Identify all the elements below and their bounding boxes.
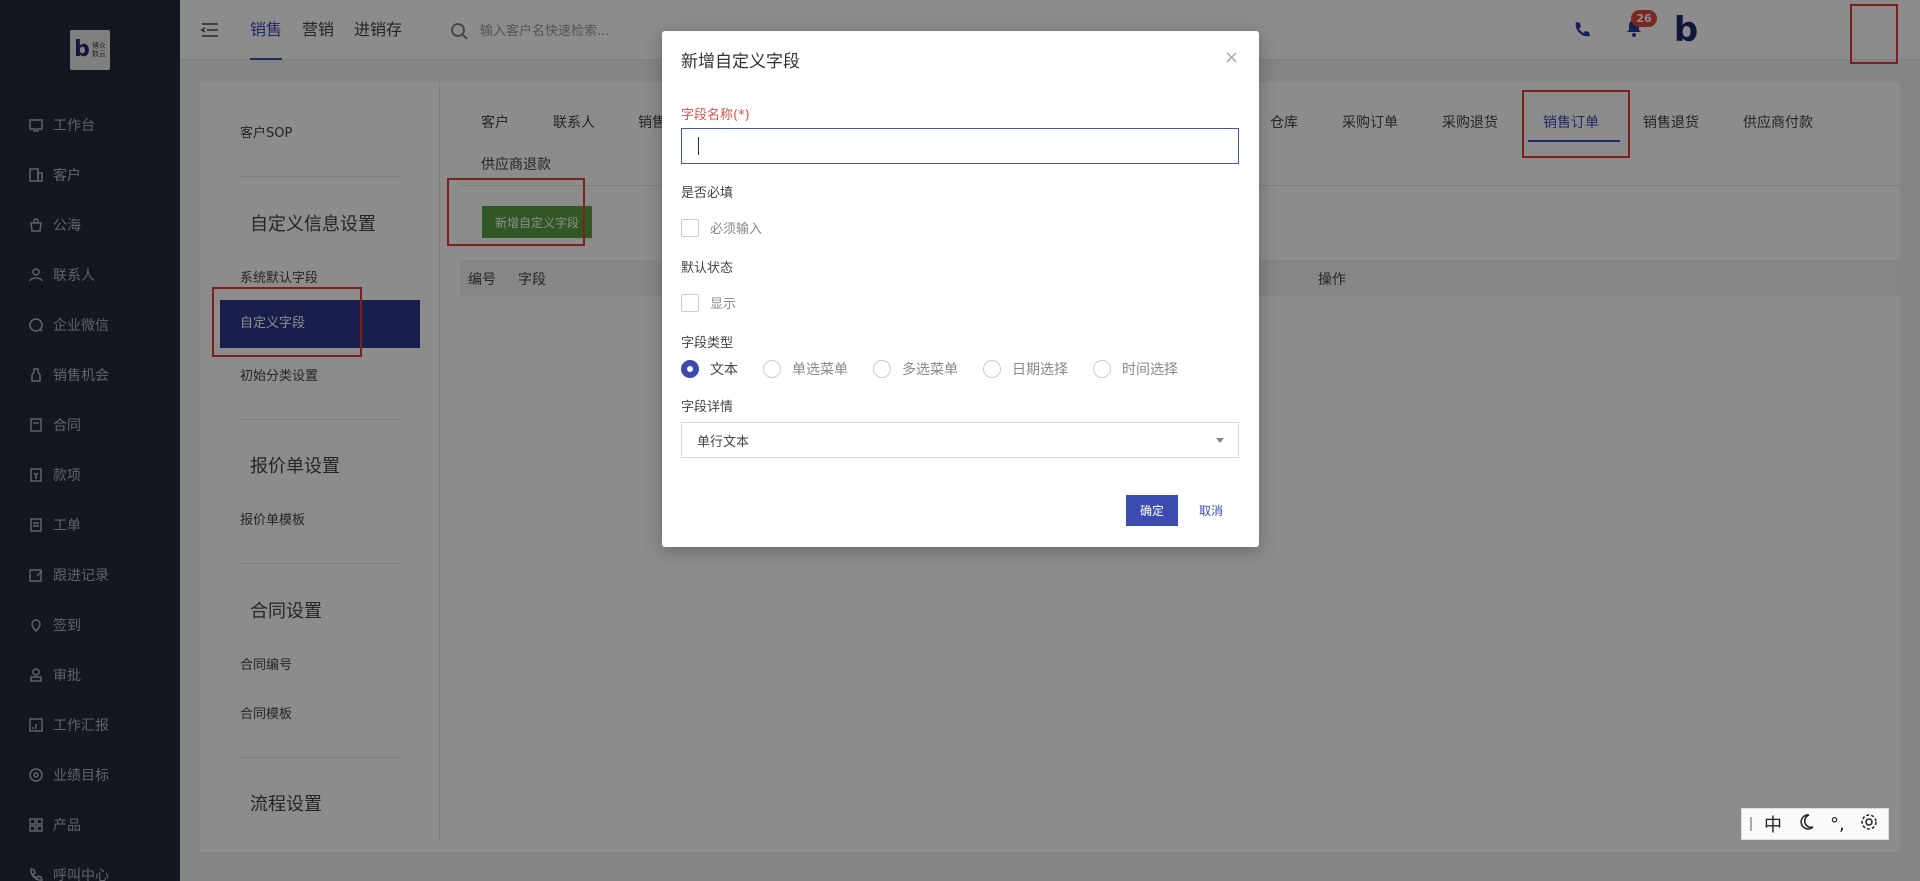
text-caret (698, 137, 699, 155)
moon-icon[interactable] (1796, 812, 1816, 837)
default-status-label: 默认状态 (681, 261, 734, 276)
dialog-title: 新增自定义字段 (681, 52, 800, 72)
add-custom-field-dialog: 新增自定义字段 × 字段名称(*) 是否必填 必须输入 默认状态 显示 字段类型… (662, 31, 1259, 547)
field-detail-label: 字段详情 (681, 400, 734, 415)
ime-punctuation-toggle[interactable]: °, (1830, 814, 1845, 835)
confirm-button[interactable]: 确定 (1126, 495, 1178, 526)
checkbox-box[interactable] (681, 293, 699, 312)
field-type-label: 字段类型 (681, 336, 734, 351)
field-detail-select[interactable]: 单行文本 (681, 422, 1239, 458)
field-name-label: 字段名称(*) (681, 108, 750, 123)
radio-multi-select[interactable]: 多选菜单 (873, 359, 958, 379)
chevron-down-icon (1216, 438, 1224, 443)
radio-single-select[interactable]: 单选菜单 (763, 359, 848, 379)
close-icon[interactable]: × (1224, 47, 1239, 68)
field-type-radio-group: 文本 单选菜单 多选菜单 日期选择 时间选择 (681, 359, 1203, 379)
radio-time[interactable]: 时间选择 (1093, 359, 1178, 379)
cancel-button[interactable]: 取消 (1199, 502, 1223, 519)
radio-circle[interactable] (983, 360, 1001, 378)
required-label: 是否必填 (681, 186, 734, 201)
field-name-input[interactable] (681, 128, 1239, 164)
radio-date[interactable]: 日期选择 (983, 359, 1068, 379)
radio-circle[interactable] (1093, 360, 1111, 378)
required-checkbox[interactable]: 必须输入 (681, 218, 762, 237)
radio-text[interactable]: 文本 (681, 359, 738, 379)
visible-checkbox[interactable]: 显示 (681, 293, 736, 312)
gear-icon[interactable] (1859, 812, 1879, 837)
ime-toolbar: 中 °, (1741, 808, 1889, 840)
radio-circle[interactable] (873, 360, 891, 378)
ime-language-toggle[interactable]: 中 (1764, 811, 1782, 837)
radio-circle[interactable] (681, 360, 699, 378)
checkbox-box[interactable] (681, 218, 699, 237)
radio-circle[interactable] (763, 360, 781, 378)
drag-handle[interactable] (1750, 817, 1752, 831)
